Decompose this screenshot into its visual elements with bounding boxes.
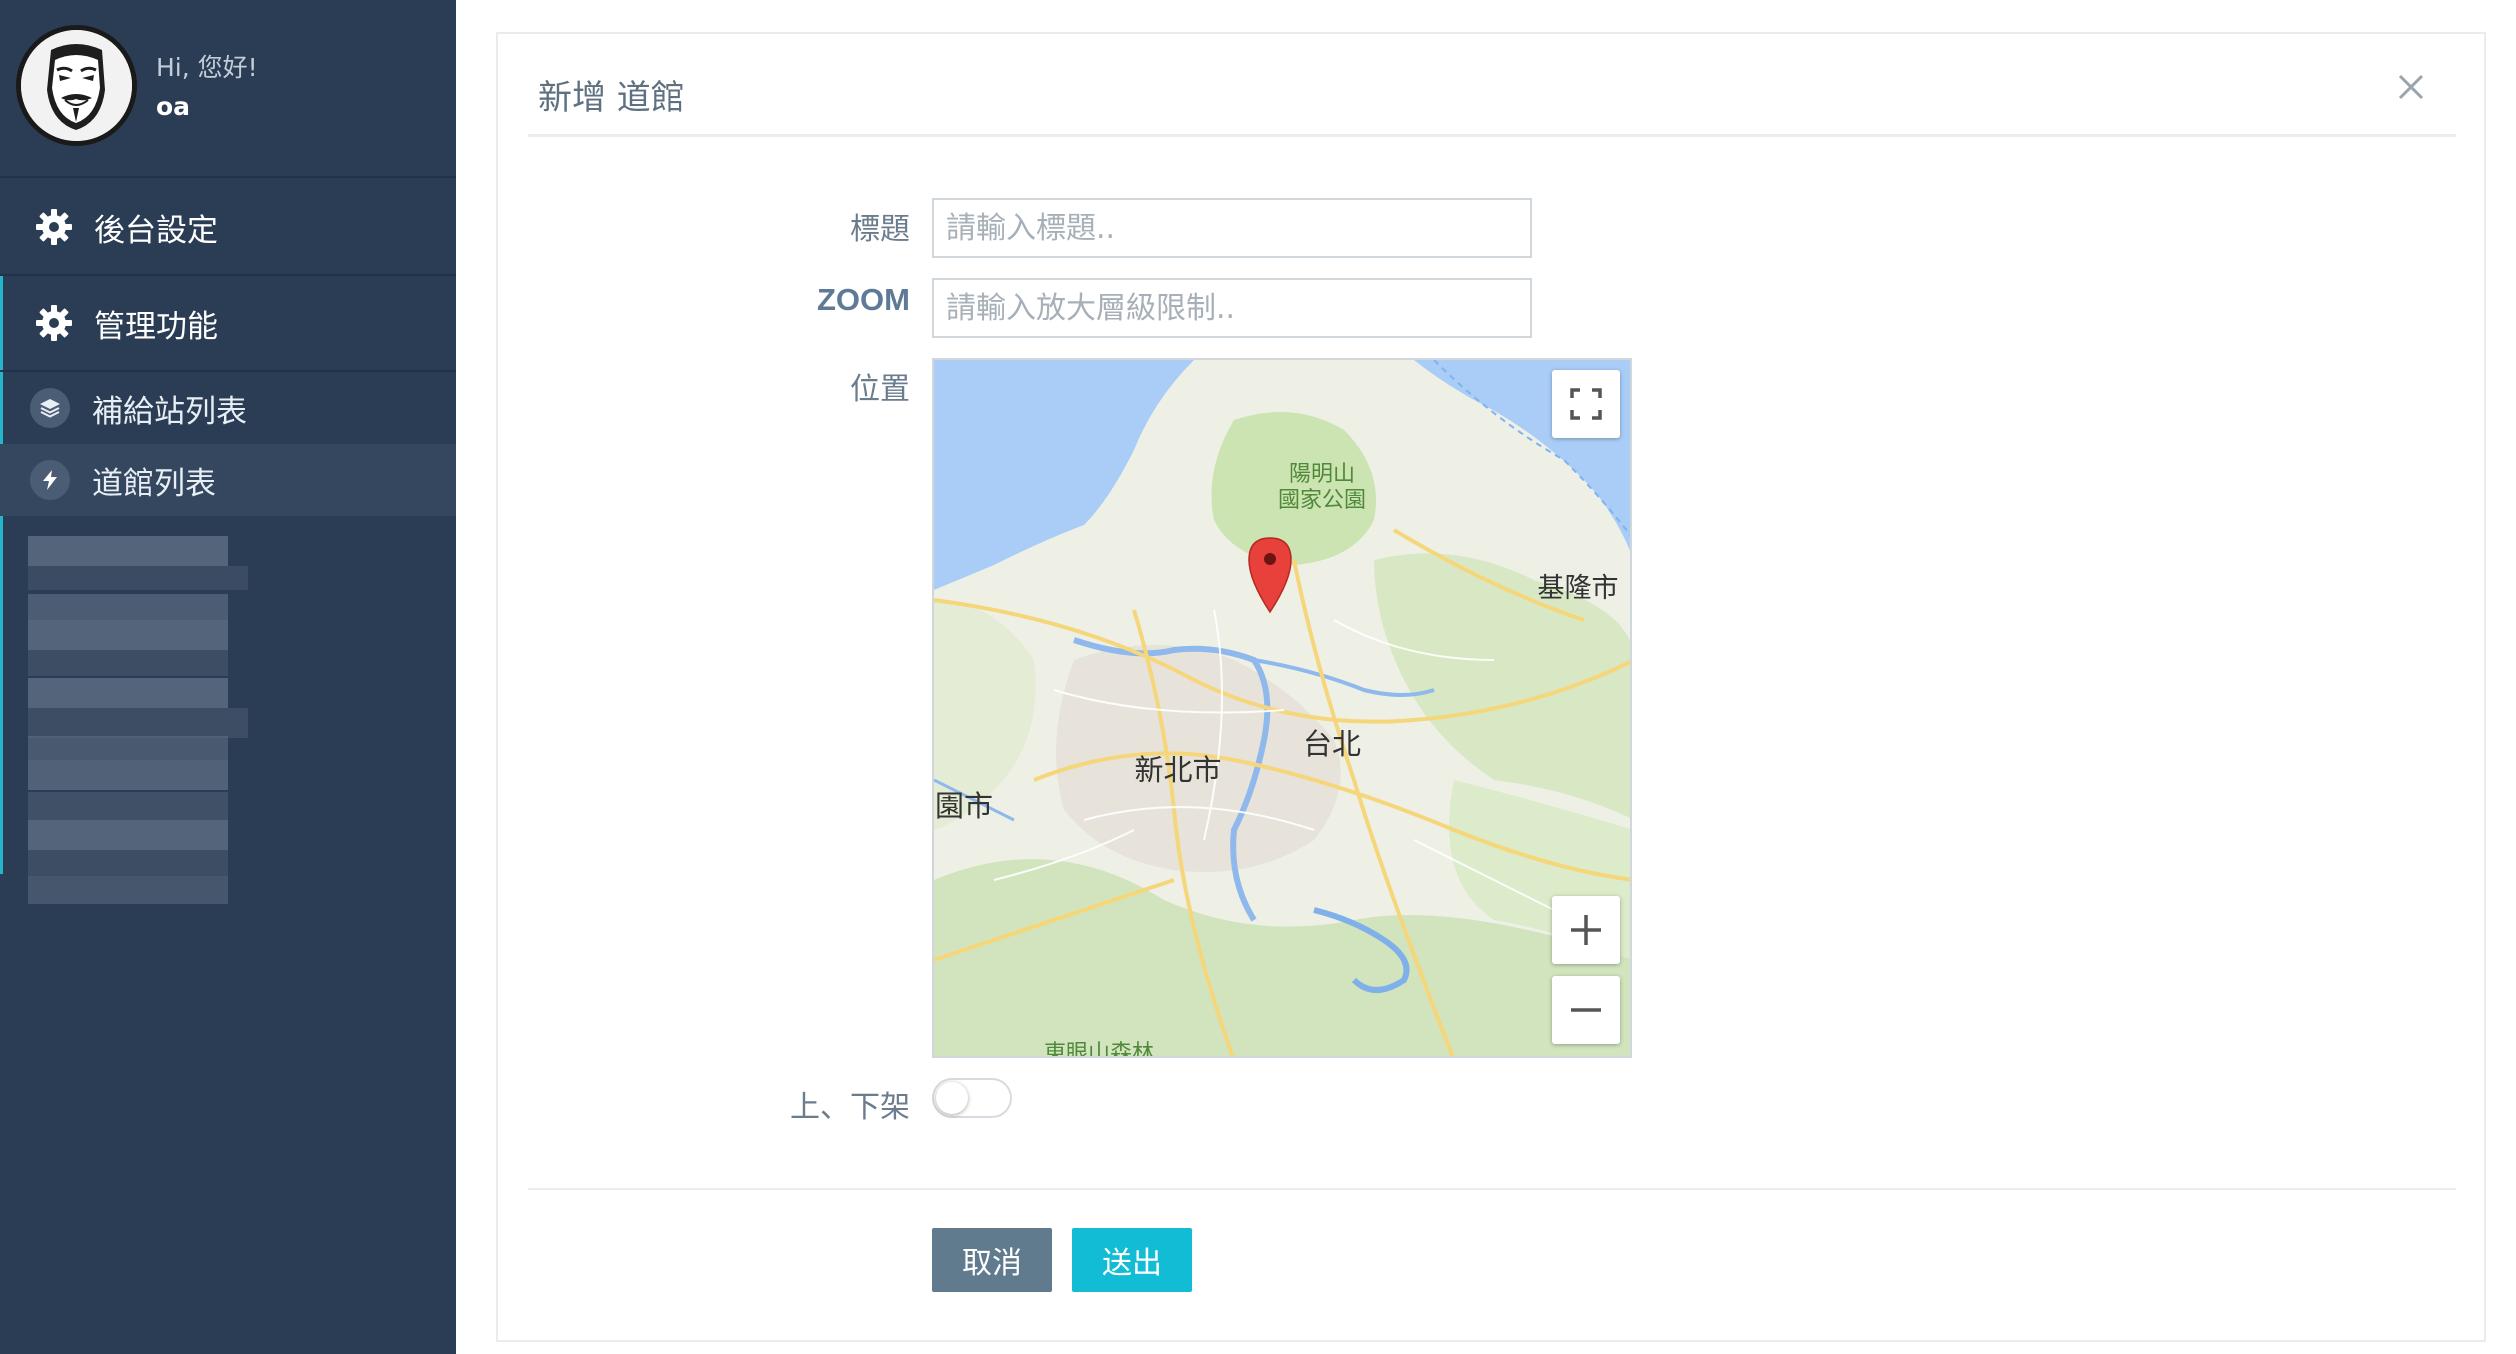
header-divider [528,134,2456,137]
avatar[interactable] [16,25,137,146]
title-input[interactable] [932,198,1532,258]
sidebar-item-label: 道館列表 [92,465,216,502]
zoom-input[interactable] [932,278,1532,338]
add-gym-modal: 新增 道館 標題 ZOOM 位置 [496,32,2486,1342]
lightning-icon [30,460,70,500]
zoom-in-button[interactable] [1552,896,1620,964]
plus-icon [1571,915,1601,945]
position-label: 位置 [850,372,910,407]
map-label-keelung: 基隆市 [1538,573,1619,604]
fullscreen-icon [1570,388,1602,420]
map-label-taipei: 台北 [1303,727,1361,761]
layers-icon [30,388,70,428]
cancel-button[interactable]: 取消 [932,1228,1052,1292]
map-label-new-taipei: 新北市 [1134,753,1221,787]
publish-toggle[interactable] [932,1078,1012,1118]
map-label-taoyuan: 園市 [935,789,993,823]
user-profile: Hi, 您好! oa [0,0,456,178]
sidebar-item-supply-stations[interactable]: 補給站列表 [0,372,456,444]
menu-management[interactable]: 管理功能 [0,276,456,372]
footer-divider [528,1188,2456,1190]
gear-icon [36,305,72,341]
svg-text:國家公園: 國家公園 [1278,488,1366,513]
zoom-label: ZOOM [817,282,910,317]
map-tiles[interactable]: 陽明山 國家公園 基隆市 台北 新北市 園市 東眼山森林 [934,360,1632,1058]
menu-label: 管理功能 [94,308,218,345]
zoom-out-button[interactable] [1552,976,1620,1044]
toggle-knob [936,1082,968,1114]
submit-button[interactable]: 送出 [1072,1228,1192,1292]
map-label-park: 陽明山 [1289,462,1355,487]
greeting-text: Hi, 您好! [156,53,258,82]
sidebar-item-gyms[interactable]: 道館列表 [0,444,456,516]
close-icon[interactable] [2394,70,2428,104]
main-content: 新增 道館 標題 ZOOM 位置 [456,0,2516,1354]
modal-title: 新增 道館 [538,78,685,118]
gear-icon [36,209,72,245]
menu-backend-settings[interactable]: 後台設定 [0,180,456,276]
username: oa [156,92,191,121]
sidebar: Hi, 您好! oa 後台設定 管理功能 補給站列表 道館列表 [0,0,456,1354]
title-label: 標題 [850,212,910,247]
fullscreen-button[interactable] [1552,370,1620,438]
toggle-label: 上、下架 [790,1090,910,1125]
map-label-forest: 東眼山森林 [1044,1041,1154,1058]
location-map[interactable]: 陽明山 國家公園 基隆市 台北 新北市 園市 東眼山森林 [932,358,1632,1058]
minus-icon [1571,1008,1601,1012]
sidebar-item-label: 補給站列表 [92,393,247,430]
guy-fawkes-mask-icon [21,30,132,141]
menu-label: 後台設定 [94,212,218,249]
